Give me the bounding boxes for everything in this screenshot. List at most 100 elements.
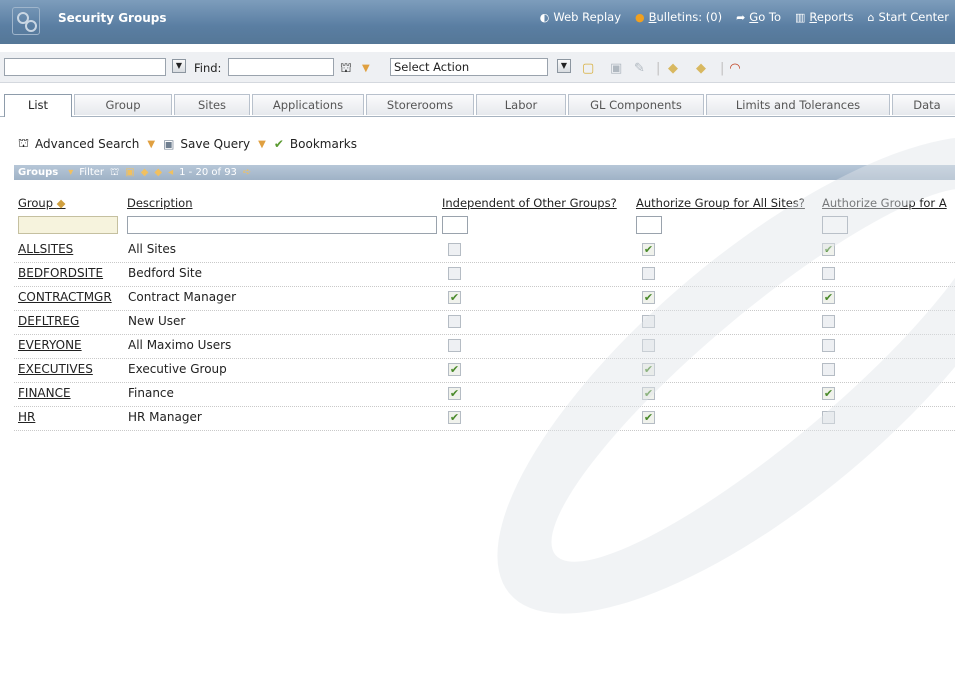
checkbox-independent[interactable]: ✔ (448, 387, 461, 400)
checkbox-all-sites[interactable]: ✔ (642, 411, 655, 424)
checkbox-all-sites[interactable]: ✔ (642, 243, 655, 256)
table-row[interactable]: CONTRACTMGR Contract Manager ✔ ✔ ✔ (14, 286, 955, 311)
clear-filter-icon[interactable]: ▣ (125, 165, 134, 180)
tab-sites[interactable]: Sites (174, 94, 250, 115)
app-header: Security Groups ◐ Web Replay ● Bulletins… (0, 0, 955, 44)
group-code-link[interactable]: BEDFORDSITE (18, 266, 103, 280)
column-header-all-a[interactable]: Authorize Group for A (822, 196, 947, 210)
checkbox-all-a[interactable] (822, 411, 835, 424)
tab-list[interactable]: List (4, 94, 72, 117)
start-center-link[interactable]: ⌂ Start Center (868, 10, 949, 24)
group-description: New User (128, 314, 186, 328)
group-code-link[interactable]: EVERYONE (18, 338, 82, 352)
checkbox-independent[interactable]: ✔ (448, 291, 461, 304)
refresh-icon[interactable]: ◠ (730, 61, 740, 76)
save-query-button[interactable]: Save Query (180, 137, 250, 151)
filter-all-sites-input[interactable] (636, 216, 662, 234)
checkbox-all-sites[interactable]: ✔ (642, 291, 655, 304)
table-row[interactable]: DEFLTREG New User (14, 310, 955, 335)
web-replay-link[interactable]: ◐ Web Replay (540, 10, 621, 24)
select-action-dropdown[interactable]: Select Action (390, 58, 548, 76)
tab-gl-components[interactable]: GL Components (568, 94, 704, 115)
filter-description-input[interactable] (127, 216, 437, 234)
goto-icon: ➦ (736, 10, 746, 24)
chevron-down-icon[interactable]: ▼ (557, 59, 571, 73)
checkbox-independent[interactable] (448, 243, 461, 256)
next-icon[interactable]: ◆ (696, 61, 706, 76)
filter-independent-input[interactable] (442, 216, 468, 234)
group-description: Bedford Site (128, 266, 202, 280)
advanced-search-button[interactable]: Advanced Search (35, 137, 139, 151)
chevron-down-icon[interactable]: ▼ (362, 63, 370, 74)
filter-all-a-input[interactable] (822, 216, 848, 234)
group-code-link[interactable]: EXECUTIVES (18, 362, 93, 376)
checkbox-independent[interactable] (448, 339, 461, 352)
checkbox-independent[interactable]: ✔ (448, 363, 461, 376)
group-code-link[interactable]: ALLSITES (18, 242, 73, 256)
next-page-icon[interactable]: ◆ (154, 165, 162, 180)
checkbox-all-sites[interactable]: ✔ (642, 363, 655, 376)
checkbox-all-a[interactable]: ✔ (822, 291, 835, 304)
reports-link[interactable]: ▥ Reports (795, 10, 854, 24)
group-code-link[interactable]: DEFLTREG (18, 314, 79, 328)
table-row[interactable]: HR HR Manager ✔ ✔ (14, 406, 955, 431)
goto-link[interactable]: ➦ Go To (736, 10, 781, 24)
group-description: HR Manager (128, 410, 202, 424)
group-code-link[interactable]: HR (18, 410, 35, 424)
clear-icon[interactable]: ✎ (634, 61, 645, 76)
checkbox-all-sites[interactable] (642, 339, 655, 352)
table-row[interactable]: BEDFORDSITE Bedford Site (14, 262, 955, 287)
table-row[interactable]: EXECUTIVES Executive Group ✔ ✔ (14, 358, 955, 383)
save-icon[interactable]: ▣ (610, 61, 622, 76)
next-arrow-icon[interactable]: ➪ (243, 165, 251, 180)
tab-group[interactable]: Group (74, 94, 172, 115)
checkbox-independent[interactable] (448, 267, 461, 280)
checkbox-all-a[interactable] (822, 363, 835, 376)
checkbox-all-sites[interactable]: ✔ (642, 387, 655, 400)
query-select[interactable] (4, 58, 166, 76)
checkbox-independent[interactable]: ✔ (448, 411, 461, 424)
previous-page-icon[interactable]: ◆ (141, 165, 149, 180)
column-header-independent[interactable]: Independent of Other Groups? (442, 196, 617, 210)
filter-group-input[interactable] (18, 216, 118, 234)
column-header-group[interactable]: Group ◆ (18, 196, 66, 210)
table-title: Groups (18, 167, 59, 178)
filter-button[interactable]: Filter (79, 165, 104, 180)
checkbox-all-a[interactable] (822, 315, 835, 328)
chevron-down-icon[interactable]: ▼ (258, 139, 266, 150)
tab-labor[interactable]: Labor (476, 94, 566, 115)
tab-applications[interactable]: Applications (252, 94, 364, 115)
filter-icon[interactable]: ▾ (68, 165, 73, 180)
binoculars-icon[interactable]: ⛫ (340, 61, 352, 78)
new-record-icon[interactable]: ▢ (582, 61, 594, 76)
sort-icon[interactable]: ◆ (57, 196, 66, 210)
bookmarks-button[interactable]: Bookmarks (290, 137, 357, 151)
tab-storerooms[interactable]: Storerooms (366, 94, 474, 115)
previous-icon[interactable]: ◆ (668, 61, 678, 76)
chevron-down-icon[interactable]: ▼ (172, 59, 186, 73)
bulletins-link[interactable]: ● Bulletins: (0) (635, 10, 722, 24)
checkbox-all-a[interactable]: ✔ (822, 387, 835, 400)
action-bar: ⛫ Advanced Search ▼ ▣ Save Query ▼ ✔ Boo… (18, 136, 357, 152)
checkbox-all-sites[interactable] (642, 267, 655, 280)
tab-limits-and-tolerances[interactable]: Limits and Tolerances (706, 94, 890, 115)
checkbox-all-a[interactable] (822, 267, 835, 280)
checkbox-all-a[interactable] (822, 339, 835, 352)
chevron-down-icon[interactable]: ▼ (147, 139, 155, 150)
app-title: Security Groups (58, 11, 167, 25)
checkbox-all-a[interactable]: ✔ (822, 243, 835, 256)
column-header-description[interactable]: Description (127, 196, 193, 210)
group-code-link[interactable]: FINANCE (18, 386, 71, 400)
first-page-icon[interactable]: ◂ (168, 165, 173, 180)
binoculars-icon[interactable]: ⛫ (110, 165, 119, 180)
find-input[interactable] (228, 58, 334, 76)
toolbar: ▼ Find: ⛫ ▼ Select Action ▼ ▢ ▣ ✎ | ◆ ◆ … (0, 52, 955, 83)
column-header-all-sites[interactable]: Authorize Group for All Sites? (636, 196, 805, 210)
checkbox-all-sites[interactable] (642, 315, 655, 328)
table-row[interactable]: ALLSITES All Sites ✔ ✔ (14, 238, 955, 263)
checkbox-independent[interactable] (448, 315, 461, 328)
table-row[interactable]: FINANCE Finance ✔ ✔ ✔ (14, 382, 955, 407)
table-row[interactable]: EVERYONE All Maximo Users (14, 334, 955, 359)
group-code-link[interactable]: CONTRACTMGR (18, 290, 112, 304)
tab-data[interactable]: Data (892, 94, 955, 115)
